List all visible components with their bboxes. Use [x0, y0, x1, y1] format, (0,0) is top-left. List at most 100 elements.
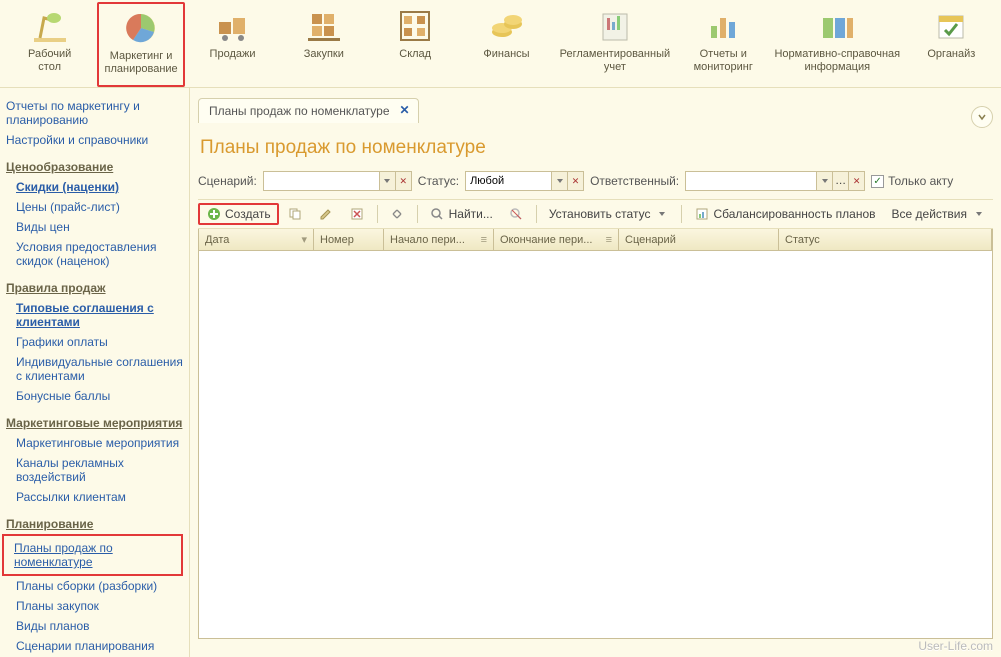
ribbon-regulated[interactable]: Регламентированныйучет [554, 2, 675, 87]
sort-icon: ▾ [301, 233, 307, 246]
responsible-input[interactable] [686, 172, 816, 190]
clear-find-button[interactable] [502, 203, 531, 225]
grid-body[interactable] [198, 251, 993, 639]
col-period-start[interactable]: Начало пери...≡ [384, 229, 494, 250]
delete-mark-icon [350, 207, 365, 222]
sidebar-item[interactable]: Скидки (наценки) [6, 177, 183, 197]
sidebar: Отчеты по маркетингу и планированию Наст… [0, 88, 190, 657]
clear-icon[interactable]: ✕ [395, 172, 411, 190]
close-tab-icon[interactable]: ✕ [398, 103, 412, 117]
ribbon-label: Рабочийстол [8, 48, 91, 74]
checkbox-icon[interactable]: ✓ [871, 175, 884, 188]
tab-plans-sales[interactable]: Планы продаж по номенклатуре ✕ [198, 98, 419, 123]
sidebar-top-link[interactable]: Отчеты по маркетингу и планированию [6, 96, 183, 130]
all-actions-button[interactable]: Все действия [885, 203, 993, 225]
clear-icon[interactable]: ✕ [567, 172, 583, 190]
scenario-select[interactable]: ✕ [263, 171, 412, 191]
sidebar-group-head: Планирование [6, 507, 183, 534]
pencil-icon [319, 207, 334, 222]
balance-button[interactable]: Сбалансированность планов [687, 203, 882, 225]
separator [417, 205, 418, 223]
desk-lamp-icon [28, 6, 72, 46]
coins-icon [485, 6, 529, 46]
find-button[interactable]: Найти... [423, 203, 500, 225]
status-select[interactable]: ✕ [465, 171, 584, 191]
dropdown-icon[interactable] [379, 172, 395, 190]
sidebar-item[interactable]: Типовые соглашения с клиентами [6, 298, 183, 332]
col-date[interactable]: Дата▾ [199, 229, 314, 250]
ribbon-warehouse[interactable]: Склад [372, 2, 459, 87]
sidebar-item[interactable]: Сценарии планирования [6, 636, 183, 656]
col-period-end[interactable]: Окончание пери...≡ [494, 229, 619, 250]
ellipsis-icon[interactable]: … [832, 172, 848, 190]
dropdown-icon[interactable] [816, 172, 832, 190]
page-title: Планы продаж по номенклатуре [198, 123, 993, 169]
sidebar-item[interactable]: Каналы рекламных воздействий [6, 453, 183, 487]
tab-label: Планы продаж по номенклатуре [209, 104, 390, 118]
ribbon-sales[interactable]: Продажи [189, 2, 276, 87]
find-label: Найти... [449, 207, 493, 221]
sidebar-item[interactable]: Индивидуальные соглашения с клиентами [6, 352, 183, 386]
filter-label-status: Статус: [418, 174, 459, 188]
edit-button[interactable] [312, 203, 341, 225]
folders-icon [815, 6, 859, 46]
watermark: User-Life.com [918, 639, 993, 653]
sidebar-group-head: Маркетинговые мероприятия [6, 406, 183, 433]
ribbon-label: Отчеты имониторинг [682, 48, 765, 74]
sidebar-selected-highlight: Планы продаж по номенклатуре [2, 534, 183, 576]
sidebar-item[interactable]: Рассылки клиентам [6, 487, 183, 507]
dropdown-icon[interactable] [551, 172, 567, 190]
delete-button[interactable] [343, 203, 372, 225]
ribbon-desktop[interactable]: Рабочийстол [6, 2, 93, 87]
grid-header: Дата▾ Номер Начало пери...≡ Окончание пе… [198, 229, 993, 251]
separator [377, 205, 378, 223]
tab-bar: Планы продаж по номенклатуре ✕ [198, 98, 993, 123]
col-status[interactable]: Статус [779, 229, 992, 250]
sidebar-item[interactable]: Планы сборки (разборки) [6, 576, 183, 596]
col-number[interactable]: Номер [314, 229, 384, 250]
sidebar-item[interactable]: Виды планов [6, 616, 183, 636]
create-button[interactable]: Создать [198, 203, 279, 225]
pie-chart-icon [119, 8, 163, 48]
ribbon-label: Регламентированныйучет [556, 48, 673, 74]
sidebar-top-link[interactable]: Настройки и справочники [6, 130, 183, 150]
copy-button[interactable] [281, 203, 310, 225]
sidebar-item[interactable]: Графики оплаты [6, 332, 183, 352]
sidebar-item[interactable]: Условия предоставления скидок (наценок) [6, 237, 183, 271]
ribbon-reports[interactable]: Отчеты имониторинг [680, 2, 767, 87]
ribbon-marketing[interactable]: Маркетинг ипланирование [97, 2, 185, 87]
sidebar-group-head: Правила продаж [6, 271, 183, 298]
sidebar-item[interactable]: Планы закупок [6, 596, 183, 616]
responsible-select[interactable]: … ✕ [685, 171, 865, 191]
status-input[interactable] [466, 172, 551, 190]
plus-icon [206, 207, 221, 222]
refresh-button[interactable] [383, 203, 412, 225]
set-status-button[interactable]: Установить статус [542, 203, 677, 225]
ribbon-label: Продажи [191, 48, 274, 61]
sidebar-item[interactable]: Бонусные баллы [6, 386, 183, 406]
clear-icon[interactable]: ✕ [848, 172, 864, 190]
sidebar-item[interactable]: Виды цен [6, 217, 183, 237]
scenario-input[interactable] [264, 172, 379, 190]
ribbon-purchases[interactable]: Закупки [280, 2, 367, 87]
ribbon-label: Нормативно-справочнаяинформация [773, 48, 902, 74]
ribbon-nsi[interactable]: Нормативно-справочнаяинформация [771, 2, 904, 87]
create-label: Создать [225, 207, 271, 221]
search-clear-icon [509, 207, 524, 222]
ribbon-organizer[interactable]: Органайз [908, 2, 995, 87]
col-scenario[interactable]: Сценарий [619, 229, 779, 250]
sort-icon: ≡ [481, 234, 487, 246]
ribbon-label: Органайз [910, 48, 993, 61]
separator [536, 205, 537, 223]
chevron-down-icon [971, 207, 986, 222]
sidebar-item[interactable]: Маркетинговые мероприятия [6, 433, 183, 453]
balance-label: Сбалансированность планов [713, 207, 875, 221]
ribbon-label: Закупки [282, 48, 365, 61]
ribbon-finance[interactable]: Финансы [463, 2, 550, 87]
copy-icon [288, 207, 303, 222]
only-actual-checkbox[interactable]: ✓ Только акту [871, 174, 953, 188]
ribbon-label: Маркетинг ипланирование [101, 50, 181, 76]
tabs-chevron-button[interactable] [971, 106, 993, 128]
sidebar-item-plans-sales[interactable]: Планы продаж по номенклатуре [8, 538, 177, 572]
sidebar-item[interactable]: Цены (прайс-лист) [6, 197, 183, 217]
